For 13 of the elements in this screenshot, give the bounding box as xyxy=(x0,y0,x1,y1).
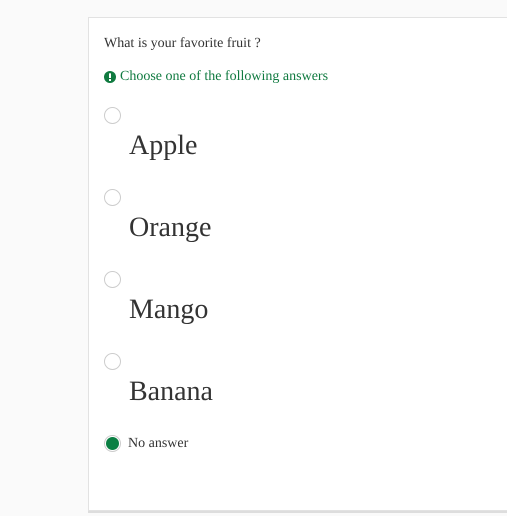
radio-button[interactable] xyxy=(104,107,121,124)
radio-button[interactable] xyxy=(104,271,121,288)
hint-text: Choose one of the following answers xyxy=(120,69,328,85)
answer-label[interactable]: Banana xyxy=(129,372,213,412)
answer-label[interactable]: Mango xyxy=(129,290,208,330)
radio-button[interactable] xyxy=(104,435,121,452)
radio-button[interactable] xyxy=(104,353,121,370)
radio-button[interactable] xyxy=(104,189,121,206)
question-title: What is your favorite fruit ? xyxy=(104,36,261,52)
exclamation-icon xyxy=(104,71,116,83)
answer-label[interactable]: No answer xyxy=(128,436,188,452)
answer-label[interactable]: Orange xyxy=(129,208,212,248)
answer-label[interactable]: Apple xyxy=(129,126,198,166)
